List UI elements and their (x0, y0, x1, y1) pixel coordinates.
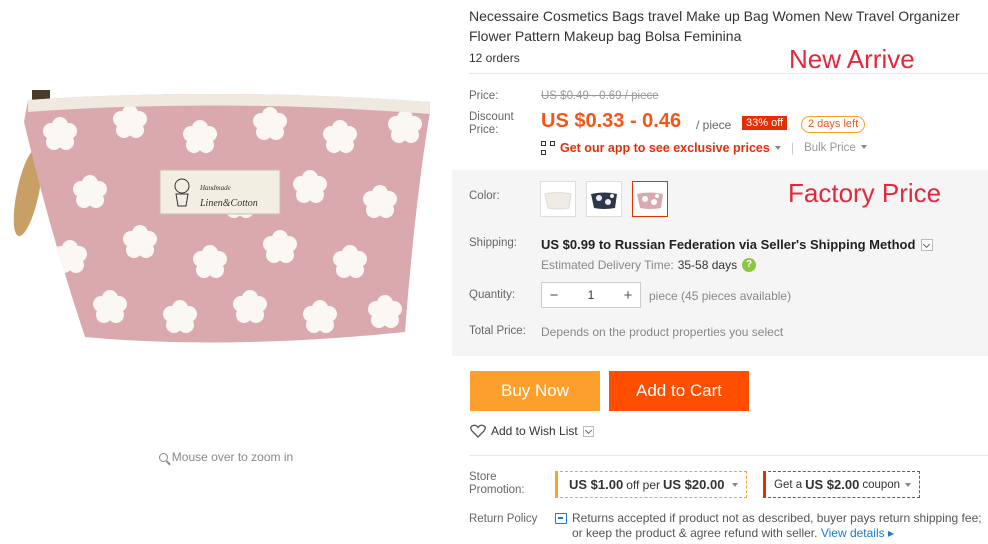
divider (469, 73, 988, 74)
chevron-down-icon[interactable] (921, 238, 934, 251)
store-promotion-label: Store Promotion: (469, 471, 525, 496)
product-image[interactable]: Handmade Linen&Cotton (10, 82, 440, 352)
divider (469, 455, 988, 456)
color-swatch-pink[interactable] (632, 181, 668, 217)
discount-price: US $0.33 - 0.46 (541, 110, 682, 132)
chevron-down-icon[interactable] (774, 146, 781, 150)
help-icon[interactable]: ? (742, 258, 757, 272)
magnifier-icon (158, 453, 168, 462)
bag-tag-line1: Handmade (199, 184, 231, 192)
buy-now-button[interactable]: Buy Now (470, 371, 600, 411)
quantity-available: piece (45 pieces available) (649, 289, 792, 303)
bulk-price-link[interactable]: Bulk Price (804, 142, 867, 154)
add-to-cart-button[interactable]: Add to Cart (609, 371, 749, 411)
bag-tag-line2: Linen&Cotton (199, 198, 258, 209)
discount-price-label: Discount Price: (469, 111, 514, 136)
price-label: Price: (469, 90, 499, 102)
chevron-down-icon (732, 482, 739, 487)
chevron-down-icon[interactable] (582, 425, 594, 437)
color-swatch-navy[interactable] (586, 181, 622, 217)
increment-button[interactable]: + (616, 287, 640, 304)
shipping-label: Shipping: (469, 237, 517, 249)
zoom-hint: Mouse over to zoom in (0, 450, 452, 464)
app-promo-link[interactable]: Get our app to see exclusive prices (560, 141, 770, 155)
color-swatch-white[interactable] (540, 181, 576, 217)
quantity-input[interactable]: 1 (566, 288, 616, 302)
original-price: US $0.49 - 0.69 / piece (541, 90, 659, 102)
factory-price-overlay: Factory Price (788, 178, 942, 208)
quantity-stepper: − 1 + (541, 282, 641, 308)
chevron-down-icon (860, 145, 867, 149)
total-price-label: Total Price: (469, 325, 526, 337)
app-promo-row: Get our app to see exclusive prices | Bu… (541, 141, 867, 155)
heart-icon (470, 424, 486, 438)
discount-badge: 33% off (742, 116, 788, 130)
store-coupon-promo[interactable]: Get a US $2.00 coupon (763, 471, 921, 498)
shipping-method[interactable]: US $0.99 to Russian Federation via Selle… (541, 237, 934, 252)
color-label: Color: (469, 190, 500, 202)
store-discount-promo[interactable]: US $1.00 off per US $20.00 (555, 471, 748, 498)
wish-list-button[interactable]: Add to Wish List (470, 424, 594, 438)
return-policy-label: Return Policy (469, 513, 538, 525)
decrement-button[interactable]: − (542, 287, 566, 304)
price-unit: / piece (696, 118, 732, 132)
view-details-link[interactable]: View details ▸ (821, 526, 894, 540)
chevron-down-icon (905, 482, 912, 487)
quantity-label: Quantity: (469, 289, 516, 301)
return-policy-icon (555, 513, 567, 524)
product-title: Necessaire Cosmetics Bags travel Make up… (469, 8, 960, 44)
product-gallery: Handmade Linen&Cotton Mouse over to zoom… (0, 0, 452, 544)
product-detail: Necessaire Cosmetics Bags travel Make up… (452, 0, 988, 544)
qr-code-icon (541, 141, 555, 155)
return-policy-text: Returns accepted if product not as descr… (572, 511, 982, 540)
total-price-note: Depends on the product properties you se… (541, 325, 784, 339)
estimated-delivery: Estimated Delivery Time: 35-58 days ? (541, 258, 757, 272)
delivery-days: 35-58 days (677, 258, 738, 272)
orders-count: 12 orders (469, 51, 520, 65)
new-arrive-overlay: New Arrive (789, 44, 915, 74)
days-left-badge: 2 days left (801, 116, 866, 133)
